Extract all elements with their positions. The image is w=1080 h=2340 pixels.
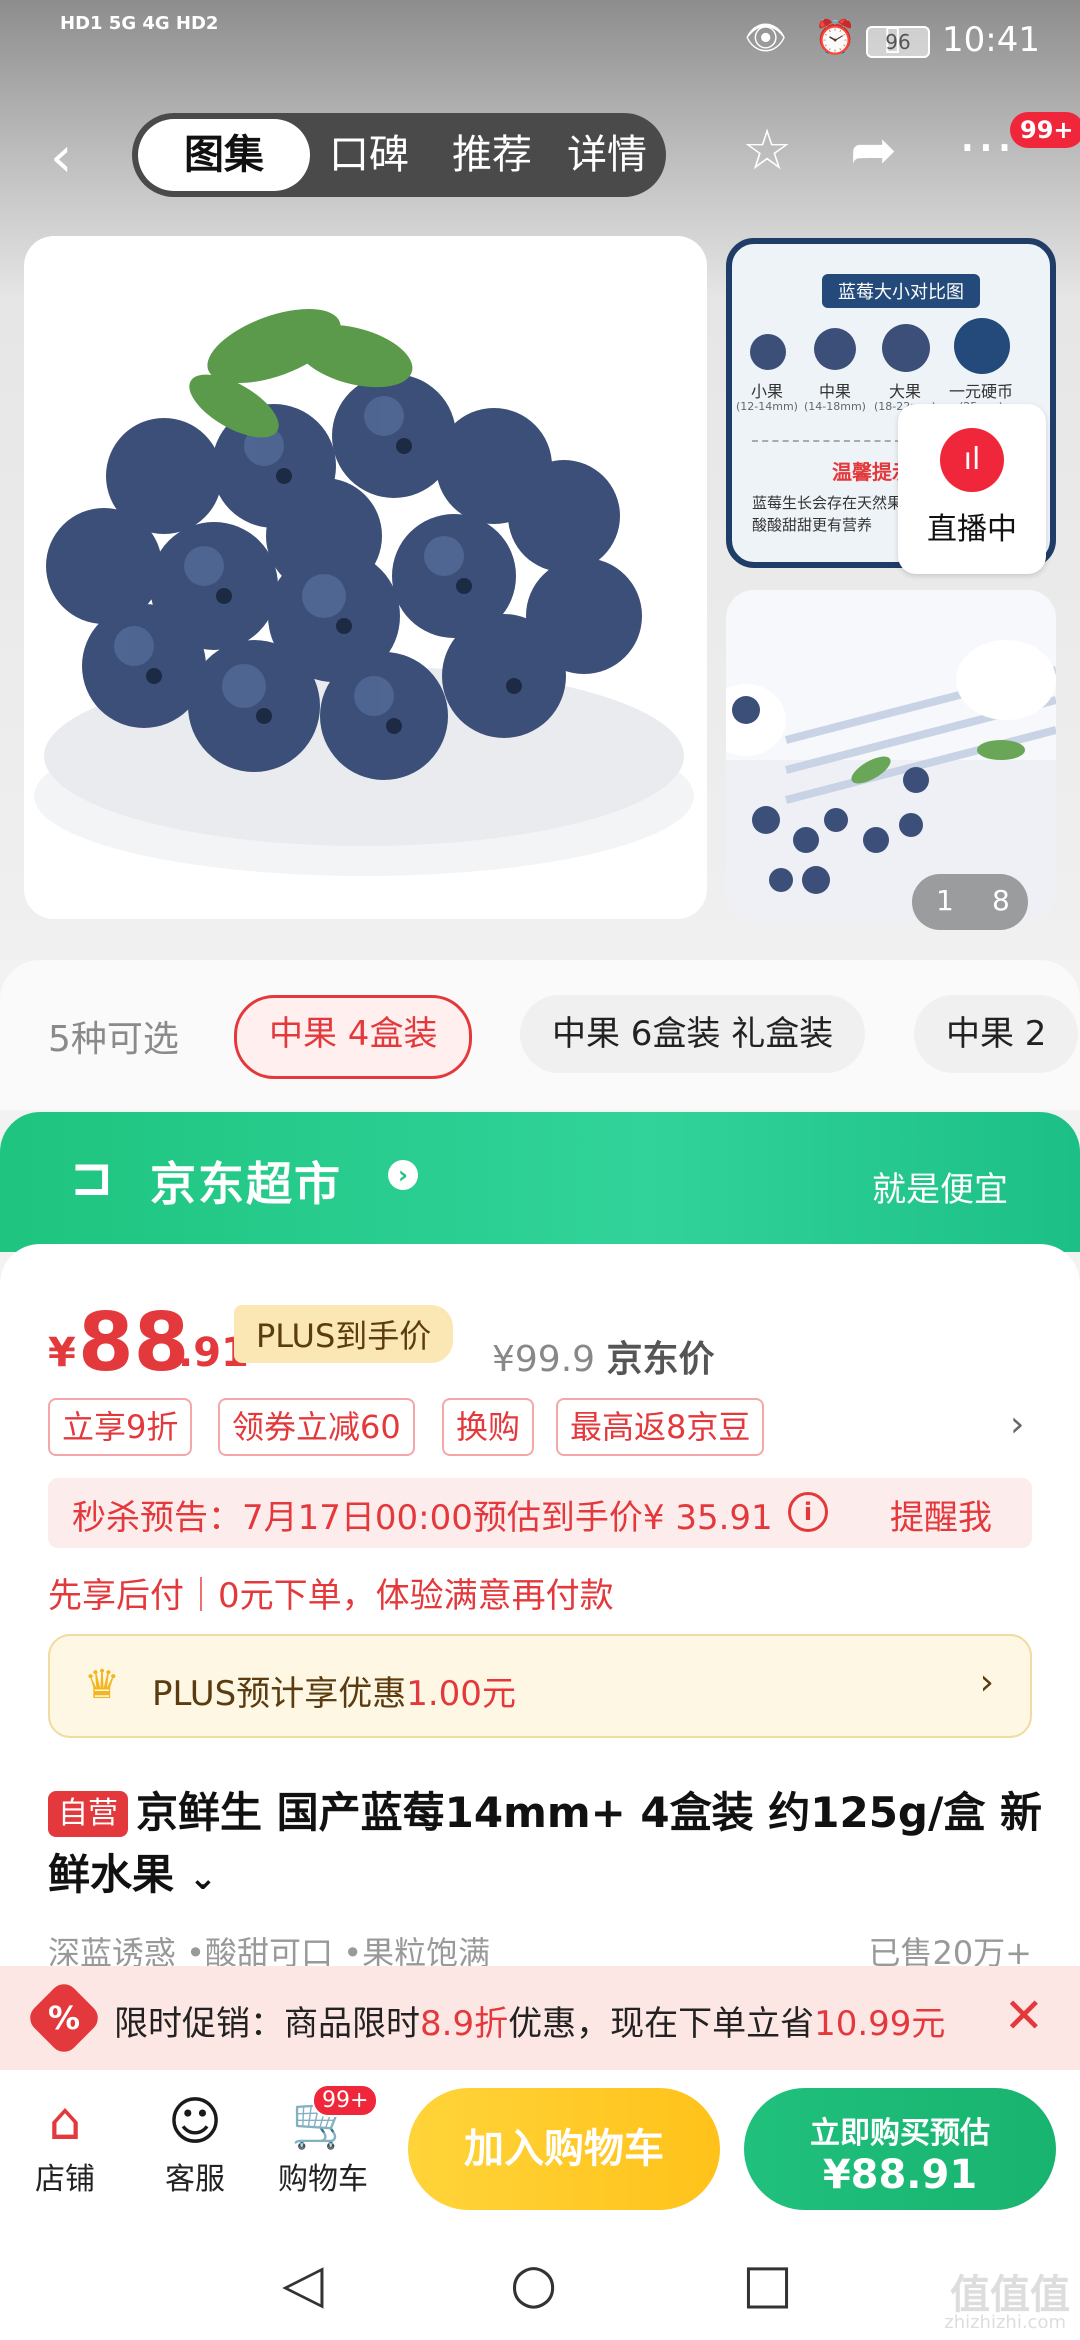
promo-tag[interactable]: 最高返8京豆: [556, 1398, 765, 1456]
compare-label: 小果: [750, 382, 783, 401]
large-berry-icon: [882, 324, 930, 372]
chevron-right-icon: ›: [979, 1662, 994, 1703]
lifestyle-thumbnail[interactable]: [726, 590, 1056, 920]
more-icon[interactable]: ⋯: [958, 114, 1014, 179]
small-berry-icon: [750, 334, 786, 370]
star-icon[interactable]: ☆: [742, 118, 792, 183]
jd-price: ¥99.9 京东价: [492, 1330, 715, 1382]
share-icon[interactable]: ➦: [850, 118, 897, 183]
jd-supermarket-banner[interactable]: ⊐ 京东超市 › 就是便宜: [0, 1112, 1080, 1252]
image-counter: 1 8: [912, 874, 1028, 930]
buy-now-price: ¥88.91: [822, 2152, 978, 2198]
variant-count: 5种可选: [48, 1019, 179, 1060]
promo-tag[interactable]: 领券立减60: [218, 1398, 415, 1456]
live-stream-button[interactable]: ıl 直播中: [898, 404, 1046, 574]
buy-now-label: 立即购买预估: [810, 2116, 990, 2151]
variant-option-selected[interactable]: 中果 4盒装: [234, 995, 473, 1079]
self-operated-tag: 自营: [48, 1791, 128, 1837]
percent-icon: %: [47, 1999, 81, 2037]
clock: 10:41: [942, 20, 1040, 60]
tab-details[interactable]: 详情: [552, 113, 662, 197]
cart-badge: 99+: [312, 2084, 379, 2117]
promo-tag[interactable]: 立享9折: [48, 1398, 193, 1456]
shop-icon: ⌂: [48, 2092, 82, 2152]
product-title-block[interactable]: 自营 京鲜生 国产蓝莓14mm+ 4盒装 约125g/盒 新鲜水果 ⌄: [48, 1782, 1048, 1909]
close-icon[interactable]: ✕: [1004, 1988, 1044, 2044]
variant-option[interactable]: 中果 6盒装 礼盒装: [520, 995, 866, 1073]
price-symbol: ¥: [48, 1330, 76, 1376]
pay-later-text: 先享后付｜0元下单，体验满意再付款: [48, 1576, 614, 1616]
compare-size: (14-18mm): [804, 400, 866, 413]
flash-sale-notice: 秒杀预告：7月17日00:00预估到手价¥ 35.91 i 提醒我: [48, 1478, 1032, 1548]
compare-size: (12-14mm): [736, 400, 798, 413]
service-button[interactable]: ☺ 客服: [140, 2090, 250, 2198]
system-back-icon[interactable]: ◁: [282, 2252, 324, 2315]
jd-price-value: ¥99.9: [492, 1339, 596, 1380]
flash-sale-text: 秒杀预告：7月17日00:00预估到手价¥ 35.91: [72, 1498, 773, 1538]
tab-gallery[interactable]: 图集: [138, 119, 310, 191]
add-to-cart-button[interactable]: 加入购物车: [408, 2088, 720, 2210]
main-product-image[interactable]: [24, 236, 707, 919]
info-icon[interactable]: i: [788, 1492, 828, 1532]
promo-rate: 8.9折: [420, 2004, 509, 2044]
promo-text-a: 限时促销：商品限时: [114, 2004, 420, 2044]
scattered-blueberries-image: [726, 640, 1056, 920]
crown-icon: ♛: [84, 1662, 120, 1708]
more-badge: 99+: [1010, 112, 1080, 148]
system-recents-icon[interactable]: □: [742, 2252, 793, 2315]
live-icon: ıl: [940, 428, 1004, 492]
status-bar: HD1 5G 4G HD2 👁 ⏰ ▯ 96 10:41: [0, 0, 1080, 80]
jd-banner-title: 京东超市: [150, 1157, 342, 1211]
remind-me-button[interactable]: 提醒我: [890, 1490, 992, 1539]
chevron-right-icon[interactable]: ›: [1010, 1404, 1024, 1445]
coin-icon: [954, 318, 1010, 374]
compare-title: 蓝莓大小对比图: [822, 274, 980, 308]
compare-label: 一元硬币: [948, 382, 1013, 401]
promo-strip-text: 限时促销：商品限时8.9折优惠，现在下单立省10.99元: [114, 1996, 945, 2045]
blueberry-bowl-image: [34, 309, 694, 876]
chevron-down-icon: ⌄: [188, 1858, 218, 1898]
chat-icon: ☺: [167, 2092, 223, 2152]
watermark-url: zhizhizhi.com: [944, 2312, 1066, 2333]
tab-recommend[interactable]: 推荐: [432, 113, 552, 197]
system-home-icon[interactable]: ○: [510, 2252, 557, 2315]
price-integer: 88: [78, 1296, 190, 1389]
limited-promo-strip[interactable]: % 限时促销：商品限时8.9折优惠，现在下单立省10.99元 ✕: [0, 1966, 1080, 2070]
compare-label: 中果: [818, 382, 851, 401]
plus-price-tag: PLUS到手价: [234, 1305, 454, 1363]
promo-save: 10.99元: [814, 2004, 946, 2044]
shop-label: 店铺: [35, 2162, 95, 2197]
counter-current: 1: [936, 884, 954, 917]
plus-discount-bar[interactable]: ♛ PLUS预计享优惠1.00元 ›: [48, 1634, 1032, 1738]
live-label: 直播中: [927, 512, 1017, 547]
promo-tag[interactable]: 换购: [442, 1398, 535, 1456]
shop-button[interactable]: ⌂ 店铺: [10, 2090, 120, 2198]
variant-option[interactable]: 中果 2: [914, 995, 1079, 1073]
counter-total: 8: [992, 884, 1010, 917]
network-indicator: HD1 5G 4G HD2: [60, 13, 219, 34]
service-label: 客服: [165, 2162, 225, 2197]
medium-berry-icon: [814, 328, 856, 370]
tab-reviews[interactable]: 口碑: [314, 113, 424, 197]
plus-discount-text: PLUS预计享优惠1.00元: [152, 1666, 516, 1715]
jd-logo-icon: ⊐: [70, 1148, 114, 1208]
plus-amount: 1.00元: [406, 1674, 516, 1714]
compare-label: 大果: [888, 382, 921, 401]
tab-bar: 图集 口碑 推荐 详情: [132, 113, 666, 197]
back-icon[interactable]: ‹: [50, 125, 72, 190]
cart-label: 购物车: [278, 2162, 368, 2197]
jd-banner-slogan: 就是便宜: [872, 1170, 1008, 1210]
chevron-right-icon: ›: [388, 1160, 418, 1190]
jd-price-label: 京东价: [606, 1339, 715, 1380]
promo-text-b: 优惠，现在下单立省: [508, 2004, 815, 2044]
buy-now-button[interactable]: 立即购买预估 ¥88.91: [744, 2088, 1056, 2210]
battery-icon: 96: [866, 26, 930, 58]
plus-text: PLUS预计享优惠: [152, 1674, 407, 1714]
